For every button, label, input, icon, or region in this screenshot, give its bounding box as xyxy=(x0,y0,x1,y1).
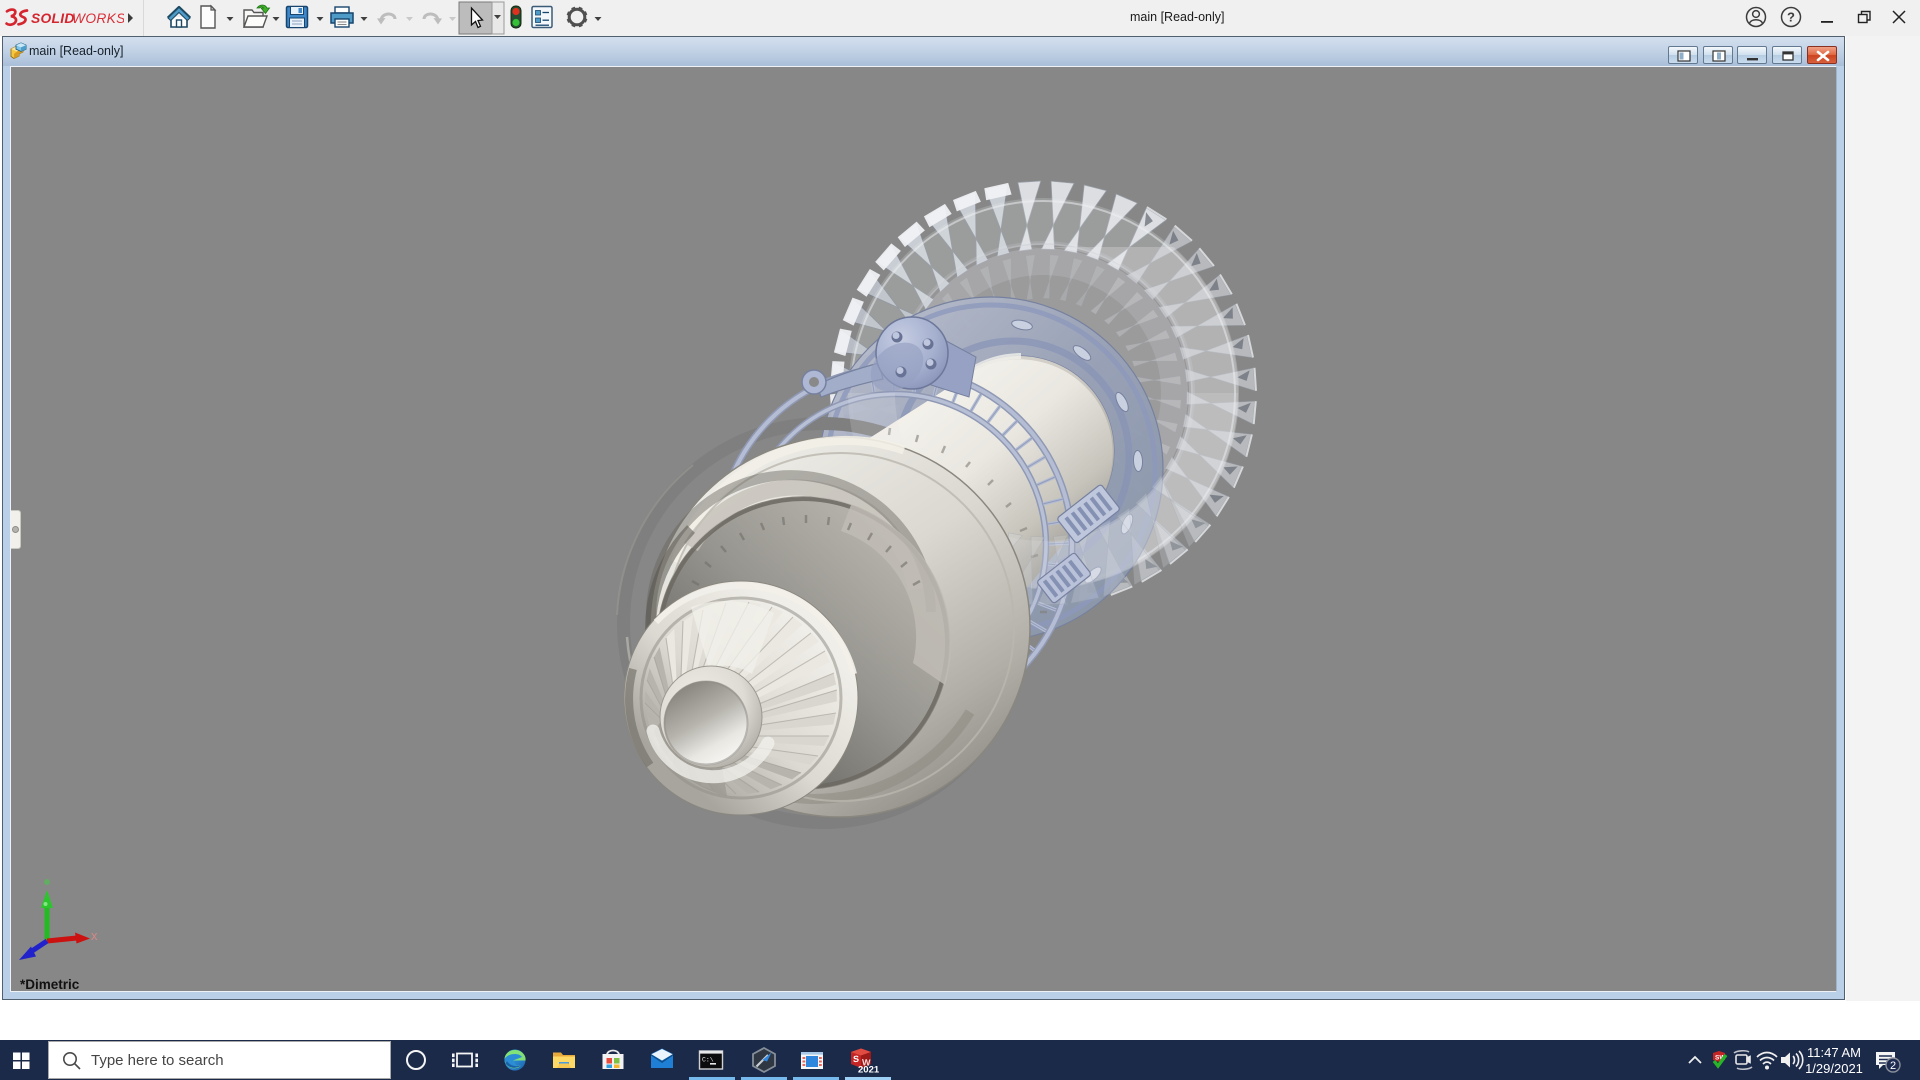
svg-text:x: x xyxy=(91,928,98,943)
svg-text:?: ? xyxy=(1787,10,1795,25)
svg-text:2: 2 xyxy=(1890,1060,1896,1072)
svg-text:SOLID: SOLID xyxy=(31,11,75,26)
svg-text:C:\: C:\ xyxy=(702,1057,714,1064)
svg-text:2021: 2021 xyxy=(858,1065,880,1076)
svg-text:WORKS: WORKS xyxy=(72,11,124,26)
svg-text:S: S xyxy=(853,1054,859,1064)
